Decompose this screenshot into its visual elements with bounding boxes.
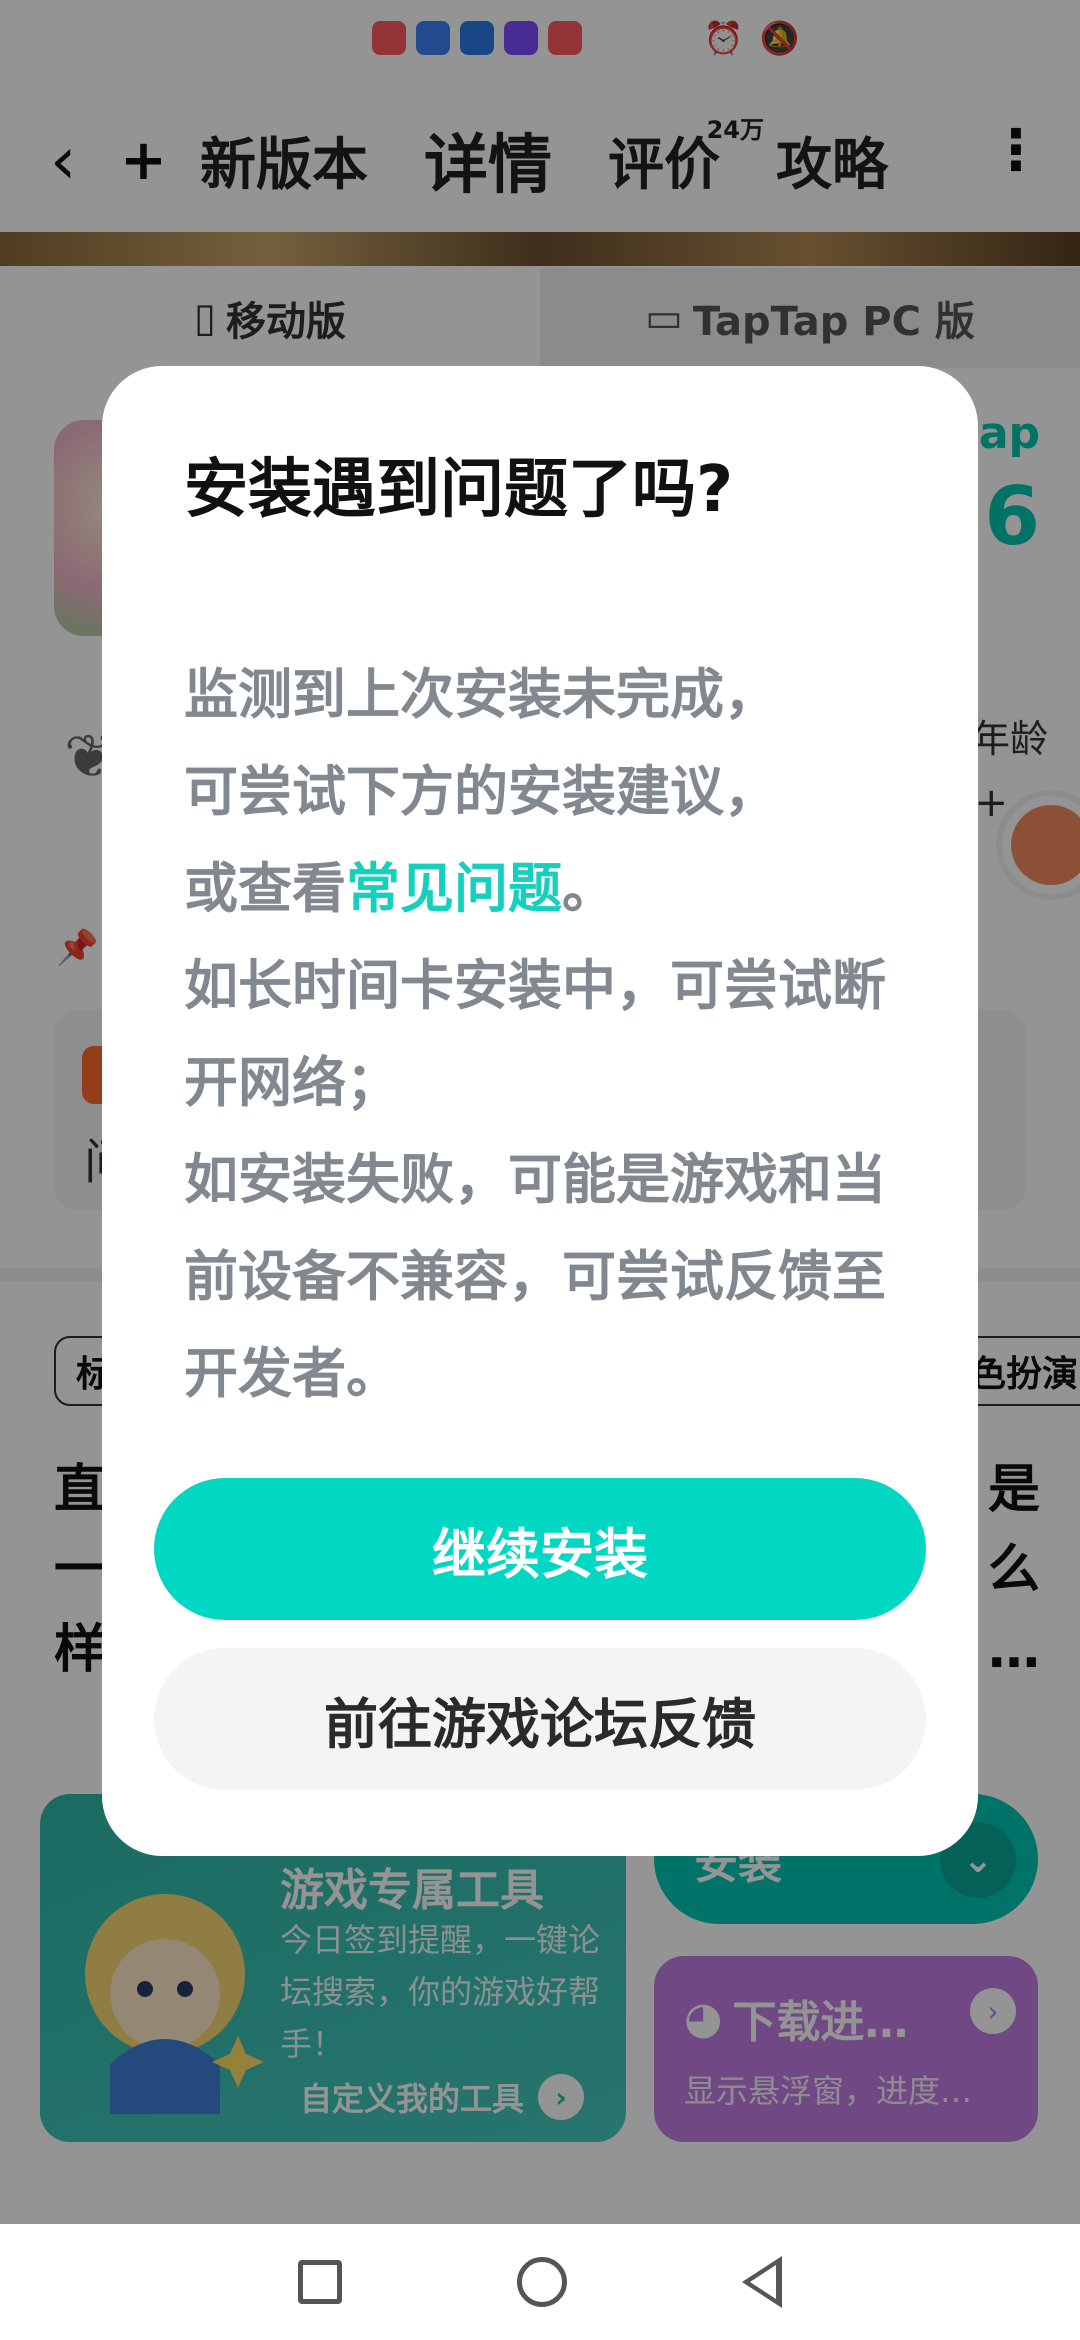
dialog-body-suffix: 。	[562, 857, 616, 920]
system-nav-bar	[0, 2224, 1080, 2340]
faq-link[interactable]: 常见问题	[346, 857, 562, 920]
dialog-body: 监测到上次安装未完成， 可尝试下方的安装建议， 或查看常见问题。 如长时间卡安装…	[184, 646, 904, 1422]
home-icon[interactable]	[516, 2257, 567, 2307]
dialog-body-line: 监测到上次安装未完成，	[184, 663, 778, 726]
dialog-title: 安装遇到问题了吗?	[184, 453, 734, 527]
continue-install-button[interactable]: 继续安装	[154, 1478, 926, 1620]
app-page: 没有 SIM 卡 6:42 ··· ⊘ ⏰ 🔕 ▮ 60% ‹ + 新版本 详情	[0, 0, 1080, 2340]
dialog-body-line: 可尝试下方的安装建议，	[184, 760, 778, 823]
dialog-body-line: 如安装失败，可能是游戏和当前设备不兼容，可尝试反馈至开发者。	[184, 1148, 886, 1405]
dialog-body-line: 如长时间卡安装中，可尝试断开网络；	[184, 954, 886, 1114]
back-nav-icon[interactable]	[742, 2256, 783, 2308]
dialog-body-prefix: 或查看	[184, 857, 346, 920]
recents-icon[interactable]	[297, 2260, 342, 2304]
install-issue-dialog: 安装遇到问题了吗? 监测到上次安装未完成， 可尝试下方的安装建议， 或查看常见问…	[102, 366, 978, 1856]
forum-feedback-button[interactable]: 前往游戏论坛反馈	[154, 1648, 926, 1790]
dialog-body-line: 或查看常见问题。	[184, 840, 904, 937]
